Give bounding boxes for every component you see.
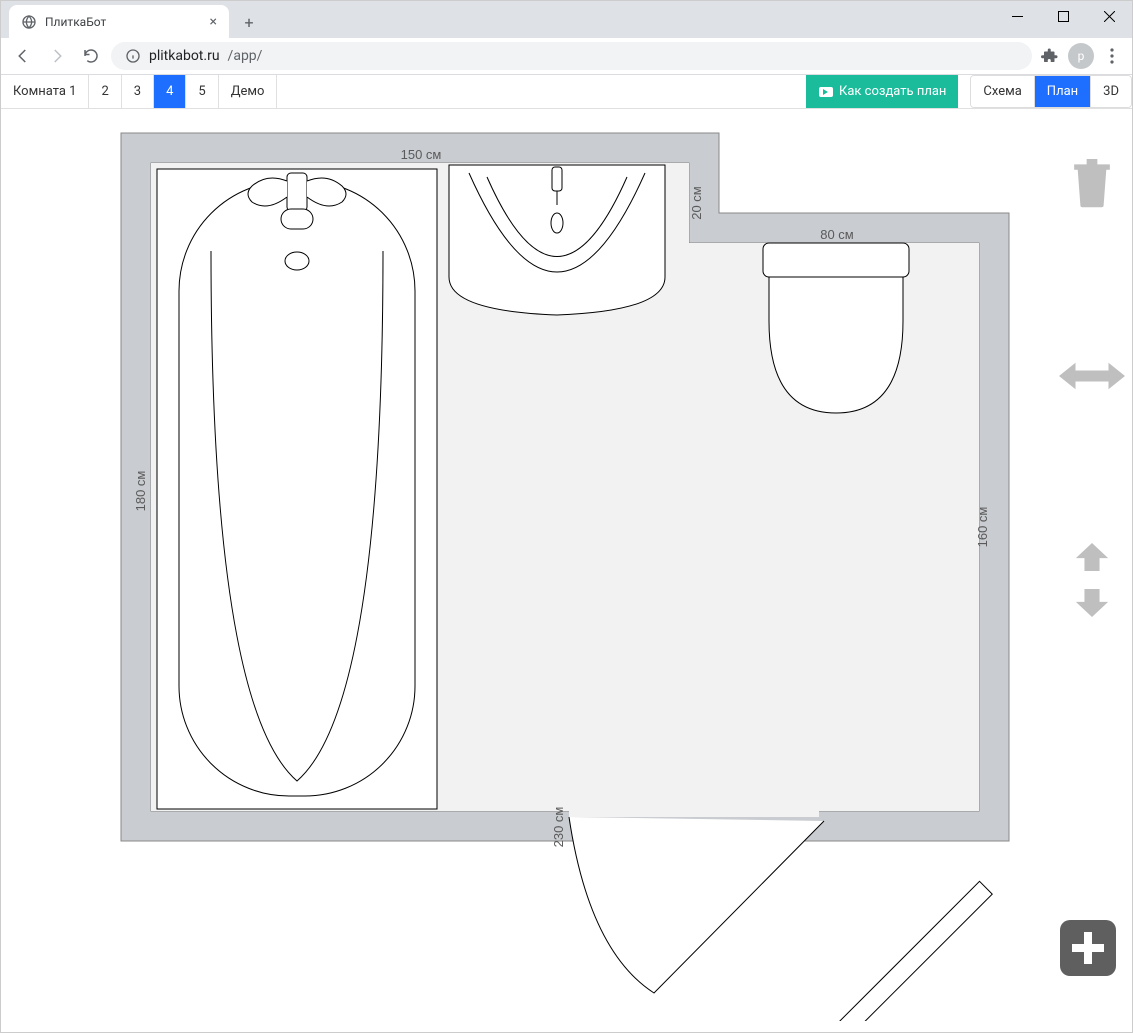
dim-right: 160 см bbox=[975, 507, 990, 548]
forward-button[interactable] bbox=[43, 42, 71, 70]
dim-top: 150 см bbox=[401, 147, 442, 162]
profile-avatar[interactable]: p bbox=[1068, 43, 1094, 69]
url-path: /app/ bbox=[228, 48, 263, 64]
how-to-button[interactable]: Как создать план bbox=[806, 75, 958, 108]
url-field[interactable]: plitkabot.ru/app/ bbox=[111, 42, 1032, 70]
tab-title: ПлиткаБот bbox=[45, 15, 198, 29]
bathtub-fixture[interactable] bbox=[157, 169, 437, 809]
dim-notch-top: 80 см bbox=[820, 227, 854, 242]
room-tab-3[interactable]: 3 bbox=[122, 75, 154, 108]
browser-window: ПлиткаБот × + plitkabot.ru/app/ p Комнат… bbox=[0, 0, 1133, 1033]
move-down-icon[interactable] bbox=[1075, 589, 1109, 617]
maximize-button[interactable] bbox=[1040, 1, 1086, 31]
room-tab-4[interactable]: 4 bbox=[154, 75, 186, 108]
app-toolbar: Комната 1 2 3 4 5 Демо Как создать план … bbox=[1, 75, 1132, 109]
sink-fixture[interactable] bbox=[449, 165, 665, 315]
floor-plan-canvas[interactable]: 150 см 180 см 20 см 80 см 160 см 230 см bbox=[1, 109, 1132, 1032]
close-button[interactable] bbox=[1086, 1, 1132, 31]
reload-button[interactable] bbox=[77, 42, 105, 70]
kebab-menu-icon[interactable] bbox=[1100, 44, 1124, 68]
move-up-icon[interactable] bbox=[1075, 543, 1109, 571]
room-tabs: Комната 1 2 3 4 5 Демо bbox=[1, 75, 277, 108]
extensions-icon[interactable] bbox=[1038, 44, 1062, 68]
back-button[interactable] bbox=[9, 42, 37, 70]
new-tab-button[interactable]: + bbox=[235, 8, 263, 36]
window-controls bbox=[994, 1, 1132, 31]
floor-plan-svg: 150 см 180 см 20 см 80 см 160 см 230 см bbox=[109, 121, 1029, 1021]
tab-close-icon[interactable]: × bbox=[206, 14, 221, 30]
minimize-button[interactable] bbox=[994, 1, 1040, 31]
view-toggle: Схема План 3D bbox=[970, 75, 1132, 108]
titlebar: ПлиткаБот × + bbox=[1, 1, 1132, 38]
url-host: plitkabot.ru bbox=[149, 48, 220, 64]
view-scheme[interactable]: Схема bbox=[971, 76, 1034, 107]
browser-tab[interactable]: ПлиткаБот × bbox=[9, 5, 229, 38]
room-tab-5[interactable]: 5 bbox=[186, 75, 218, 108]
dim-notch-depth: 20 см bbox=[689, 186, 704, 220]
view-3d[interactable]: 3D bbox=[1091, 76, 1131, 107]
globe-icon bbox=[21, 14, 37, 30]
video-icon bbox=[819, 87, 833, 97]
address-bar: plitkabot.ru/app/ p bbox=[1, 38, 1132, 75]
room-tab-demo[interactable]: Демо bbox=[219, 75, 278, 108]
room-tab-2[interactable]: 2 bbox=[89, 75, 121, 108]
side-tools bbox=[1062, 159, 1122, 617]
horizontal-resize-icon[interactable] bbox=[1059, 359, 1125, 393]
view-plan[interactable]: План bbox=[1035, 76, 1091, 107]
plus-icon bbox=[1070, 930, 1106, 966]
toilet-fixture[interactable] bbox=[763, 243, 909, 413]
trash-icon[interactable] bbox=[1070, 159, 1114, 209]
room-tab-1[interactable]: Комната 1 bbox=[1, 75, 89, 108]
site-info-icon bbox=[125, 48, 141, 64]
add-button[interactable] bbox=[1060, 920, 1116, 976]
dim-left: 180 см bbox=[133, 471, 148, 512]
dim-bottom: 230 см bbox=[551, 807, 566, 848]
